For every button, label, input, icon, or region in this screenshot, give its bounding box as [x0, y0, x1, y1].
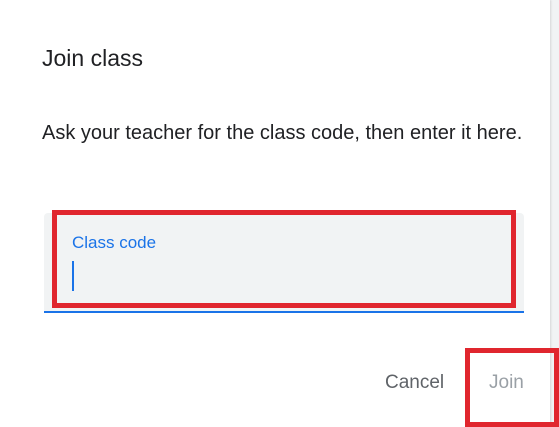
dialog-title: Join class [42, 45, 143, 71]
class-code-label: Class code [72, 233, 157, 252]
class-code-field[interactable]: Class code [44, 213, 524, 313]
text-cursor [72, 261, 74, 291]
dialog-description: Ask your teacher for the class code, the… [42, 122, 523, 144]
cancel-button[interactable]: Cancel [385, 372, 444, 394]
join-button[interactable]: Join [489, 372, 524, 394]
join-class-dialog: Join class Ask your teacher for the clas… [0, 0, 559, 427]
class-code-input[interactable] [70, 259, 470, 293]
